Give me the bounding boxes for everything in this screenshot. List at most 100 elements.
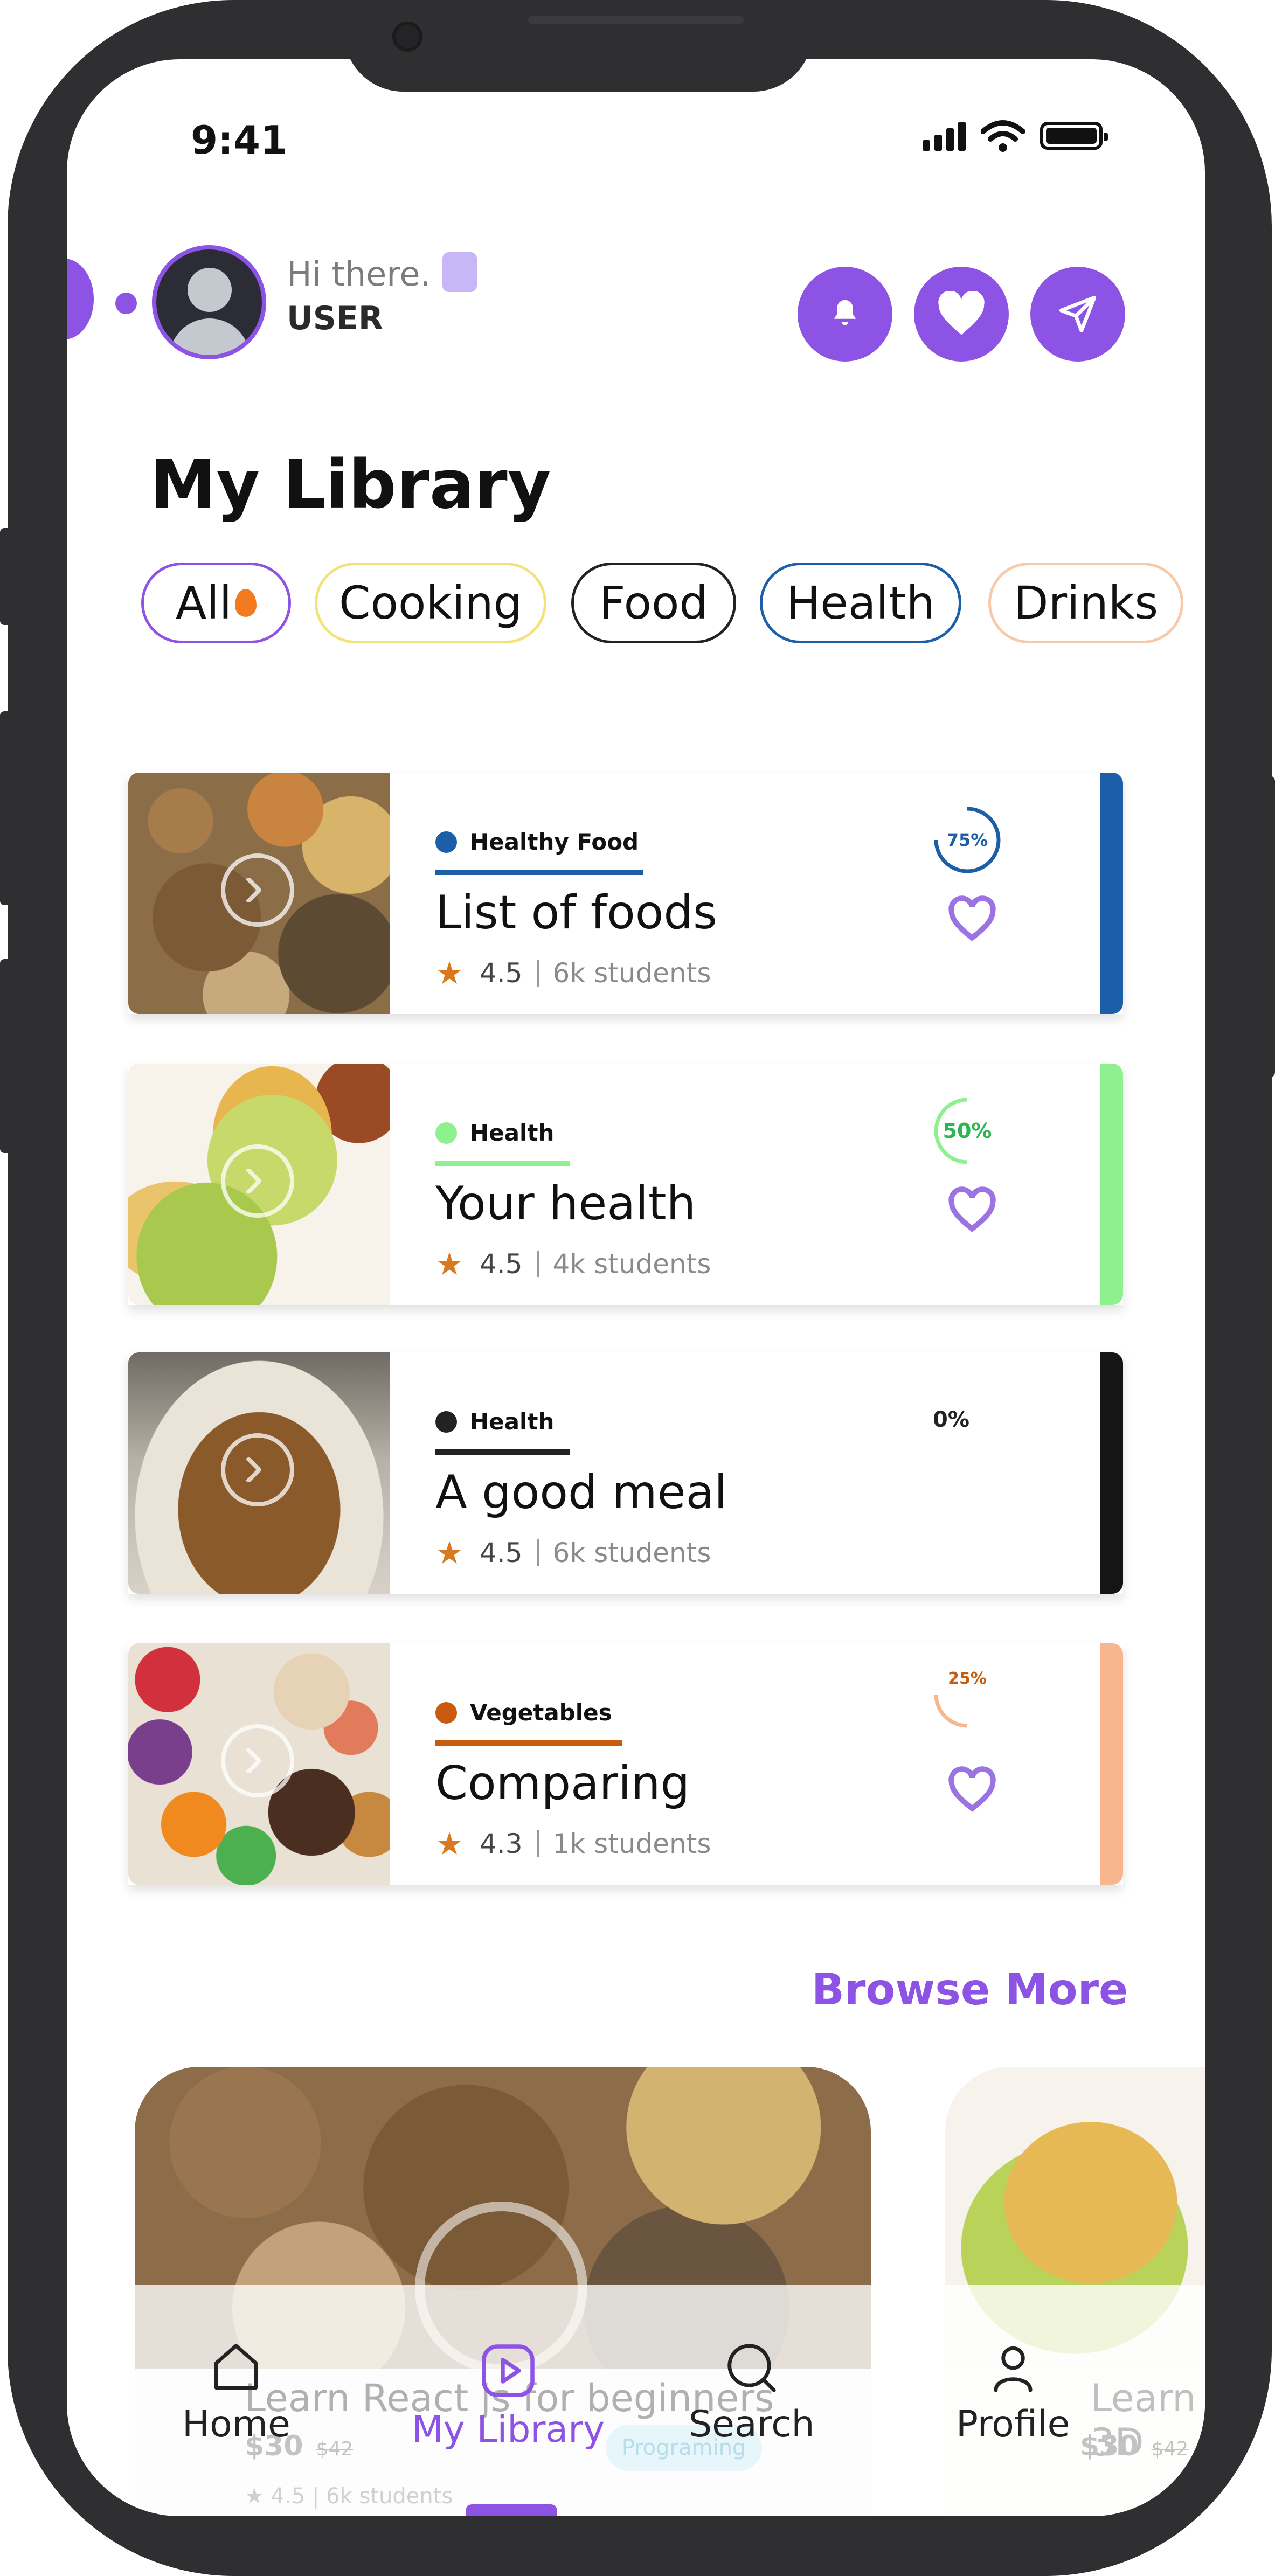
filter-label: Food [599,577,708,629]
volume-down-button [0,959,9,1153]
accent-bar [1100,1352,1123,1594]
tab-search[interactable]: Search [689,2338,815,2446]
tab-my-library[interactable]: My Library [412,2338,605,2451]
search-icon [727,2344,776,2392]
tab-label: Search [689,2403,815,2446]
play-icon[interactable] [221,1724,294,1797]
star-icon: ★ [245,2484,271,2509]
course-students: 1k students [552,1828,711,1859]
tab-label: My Library [412,2408,605,2451]
decorative-dot-small [115,293,137,314]
course-title: Comparing [435,1756,690,1810]
phone-frame: 9:41 Hi there. USER My Library All Cooki… [8,0,1272,2576]
progress-percent: 25% [948,1669,987,1688]
filter-chip-cooking[interactable]: Cooking [315,563,546,643]
course-meta: ★ 4.5 6k students [435,955,711,991]
filter-chip-drinks[interactable]: Drinks [988,563,1183,643]
greeting-text: Hi there. [287,254,431,294]
featured-rating: 4.5 [271,2484,306,2509]
signal-icon [923,121,966,151]
category-underline [435,870,643,875]
course-rating: 4.5 [480,1248,523,1280]
app-screen: 9:41 Hi there. USER My Library All Cooki… [67,59,1205,2516]
bell-icon [834,300,856,325]
price-old: $42 [1151,2438,1189,2460]
status-time: 9:41 [191,117,288,163]
progress-percent: 50% [943,1119,992,1143]
send-icon [1059,295,1097,333]
send-button[interactable] [1030,267,1125,362]
tab-profile[interactable]: Profile [956,2338,1070,2446]
course-thumbnail [128,773,390,1014]
category-dot-icon [435,1702,457,1724]
course-rating: 4.5 [480,957,523,989]
course-meta: ★ 4.5 4k students [435,1246,711,1282]
battery-icon [1040,122,1108,150]
course-thumbnail [128,1643,390,1885]
course-category: Health [435,1408,554,1435]
category-label: Health [470,1408,555,1435]
course-rating: 4.5 [480,1537,523,1568]
wifi-icon [981,120,1025,152]
course-card[interactable]: Healthy Food List of foods ★ 4.5 6k studen… [128,773,1123,1014]
course-card[interactable]: Vegetables Comparing ★ 4.3 1k students 25% [128,1643,1123,1885]
play-icon[interactable] [221,853,294,927]
course-card[interactable]: Health A good meal ★ 4.5 6k students 0% [128,1352,1123,1594]
course-category: Health [435,1120,554,1146]
category-label: Healthy Food [470,829,639,855]
notch [344,0,813,92]
tab-home[interactable]: Home [182,2338,290,2446]
page-title: My Library [150,446,551,524]
tab-label: Home [182,2403,290,2446]
featured-students: 6k students [326,2484,453,2509]
filter-chip-food[interactable]: Food [571,563,736,643]
category-dot-icon [435,1411,457,1433]
filter-chip-all[interactable]: All [141,563,291,643]
power-button [1264,776,1275,1078]
category-underline [435,1449,570,1455]
category-underline [435,1740,622,1746]
filter-chip-health[interactable]: Health [760,563,961,643]
meta-divider [536,1251,539,1277]
course-category: Vegetables [435,1699,612,1726]
profile-icon [994,2346,1033,2392]
play-icon[interactable] [221,1433,294,1506]
course-meta: ★ 4.5 6k students [435,1535,711,1571]
avatar[interactable] [152,245,266,359]
course-title: Your health [435,1177,696,1231]
home-icon [214,2344,258,2390]
camera-icon [392,22,422,52]
notifications-button[interactable] [798,267,892,362]
course-students: 6k students [552,1537,711,1568]
star-icon: ★ [435,955,463,991]
filter-label: Cooking [339,577,522,629]
star-icon: ★ [435,1246,463,1282]
mute-switch [0,528,9,625]
speaker-grille [528,16,744,24]
course-thumbnail [128,1352,390,1594]
course-students: 6k students [552,957,711,989]
volume-up-button [0,711,9,905]
course-students: 4k students [552,1248,711,1280]
course-thumbnail [128,1064,390,1305]
play-icon[interactable] [221,1144,294,1218]
decorative-dot [67,259,94,339]
username: USER [287,300,384,337]
favorites-button[interactable] [914,267,1009,362]
course-card[interactable]: Health Your health ★ 4.5 4k students 50% [128,1064,1123,1305]
waving-hand-icon [442,252,477,292]
greeting: Hi there. [287,252,477,296]
status-icons [923,120,1108,152]
featured-meta: ★ 4.5 | 6k students [245,2484,453,2509]
meta-divider [536,1539,539,1566]
favorite-heart-icon[interactable] [947,1186,997,1234]
fire-icon [235,589,257,617]
progress-percent: 75% [946,830,988,850]
browse-more-link[interactable]: Browse More [812,1964,1128,2015]
progress-percent: 0% [933,1407,969,1432]
category-dot-icon [435,831,457,853]
favorite-heart-icon[interactable] [947,895,997,943]
accent-bar [1100,1643,1123,1885]
filter-label: All [175,577,232,629]
favorite-heart-icon[interactable] [947,1766,997,1814]
